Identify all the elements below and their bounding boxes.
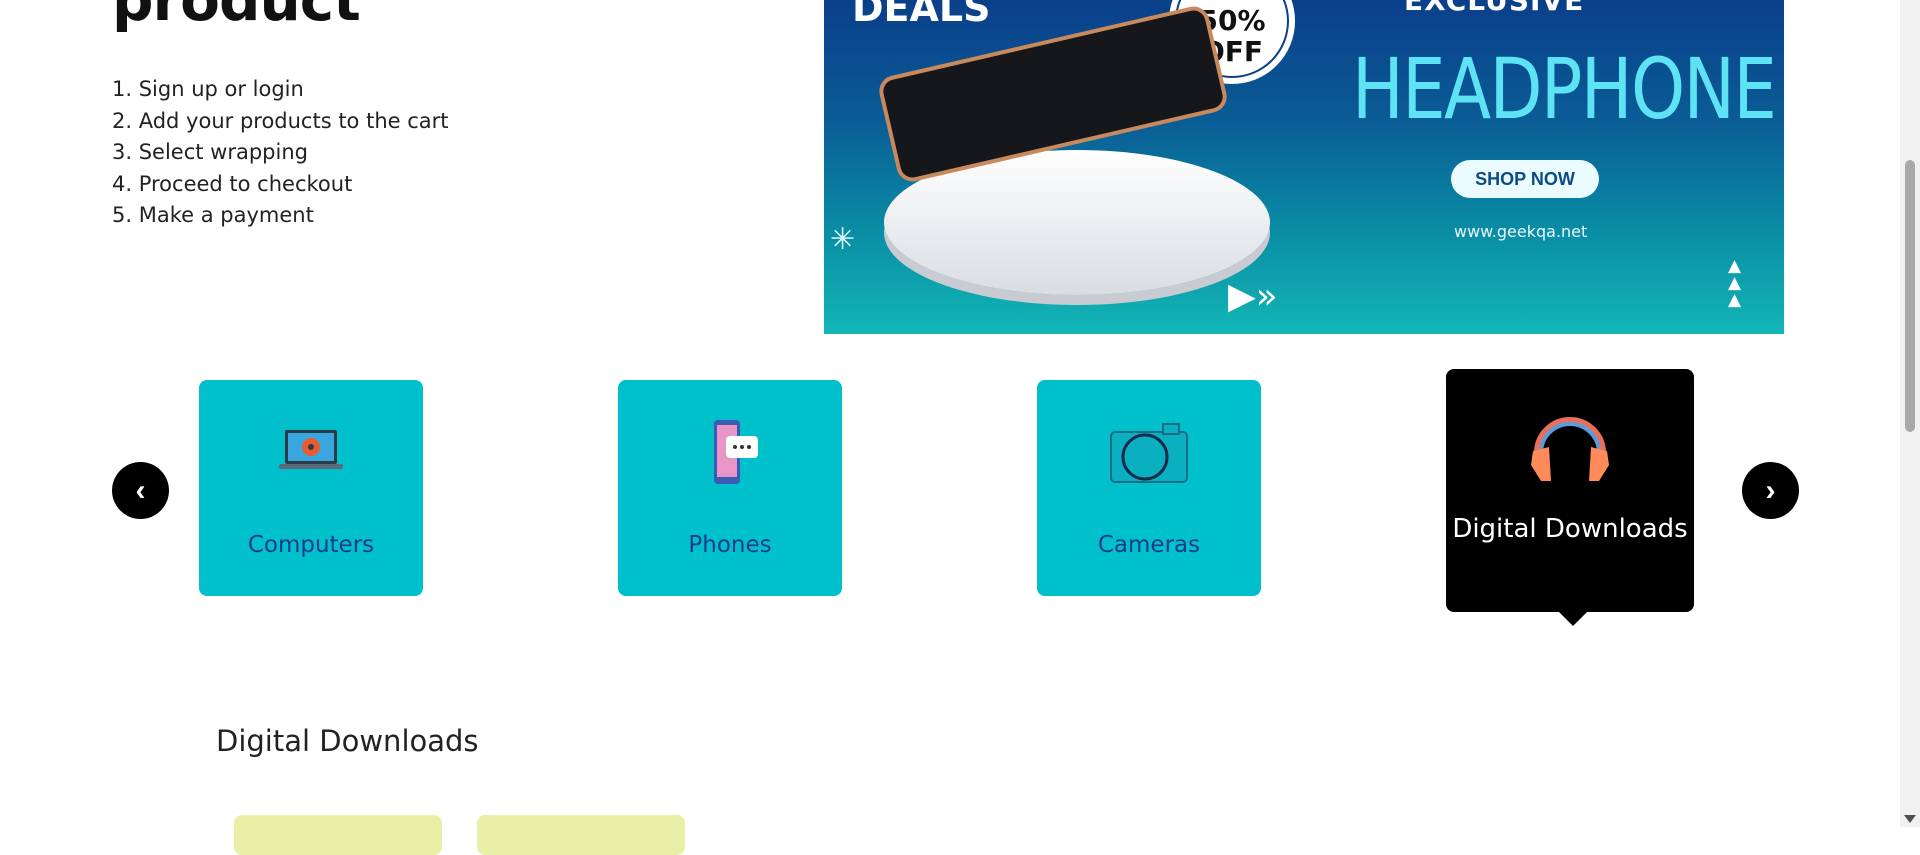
carousel-prev-button[interactable]: ‹ (112, 462, 169, 519)
shop-now-button[interactable]: SHOP NOW (1451, 160, 1599, 198)
banner-deals-text: DEALS (852, 0, 991, 30)
camera-icon (1037, 420, 1261, 500)
steps-list: 1. Sign up or login 2. Add your products… (112, 74, 449, 232)
banner-website: www.geekqa.net (1454, 222, 1588, 241)
play-arrows-icon: ▶» (1228, 276, 1278, 317)
headphones-icon (1446, 395, 1694, 481)
product-card[interactable] (477, 815, 685, 855)
category-label: Digital Downloads (1446, 509, 1694, 549)
phone-chat-icon (618, 420, 842, 500)
step-item: 4. Proceed to checkout (112, 171, 353, 196)
banner-headline: HEADPHONE (1352, 40, 1777, 138)
promo-banner[interactable]: DEALS 50% OFF EXCLUSIVE HEADPHONE SHOP NO… (824, 0, 1784, 334)
category-label: Computers (247, 532, 375, 558)
scrollbar-thumb[interactable] (1905, 160, 1915, 432)
laptop-icon (199, 420, 423, 500)
category-label: Cameras (1097, 532, 1201, 558)
step-item: 5. Make a payment (112, 203, 314, 227)
sparkle-icon: ✳ (830, 222, 856, 257)
page-heading: product (112, 0, 361, 34)
triangles-icon: ▲ ▲ ▲ (1728, 256, 1742, 310)
category-digital-downloads[interactable]: Digital Downloads (1446, 369, 1694, 626)
scrollbar[interactable] (1900, 0, 1920, 827)
product-card[interactable] (234, 815, 442, 855)
step-item: 3. Select wrapping (112, 140, 308, 164)
category-label: Phones (688, 532, 772, 558)
active-pointer (1559, 612, 1587, 626)
scroll-down-icon[interactable] (1904, 815, 1916, 823)
step-item: 1. Sign up or login (112, 77, 304, 101)
category-computers[interactable]: Computers (199, 380, 423, 596)
category-label-text: Digital Downloads (1452, 514, 1688, 544)
category-phones[interactable]: Phones (618, 380, 842, 596)
banner-exclusive-text: EXCLUSIVE (1404, 0, 1585, 17)
category-cameras[interactable]: Cameras (1037, 380, 1261, 596)
carousel-next-button[interactable]: › (1742, 462, 1799, 519)
step-item: 2. Add your products to the cart (112, 108, 449, 133)
section-title: Digital Downloads (216, 724, 479, 758)
